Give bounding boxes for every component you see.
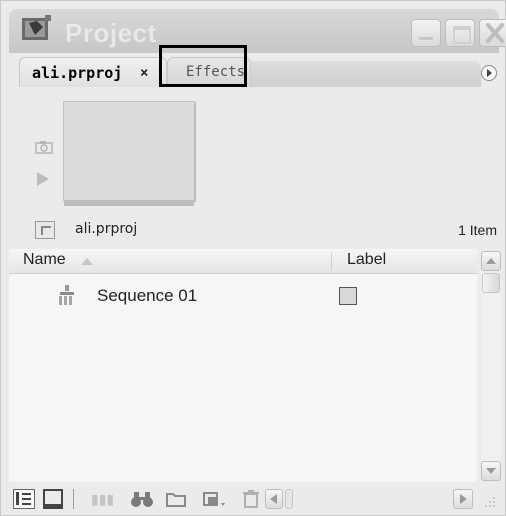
tab-strip-filler xyxy=(251,61,481,87)
title-bar[interactable]: Project xyxy=(9,9,506,53)
horizontal-scroll-thumb[interactable] xyxy=(285,489,293,509)
column-header-name[interactable]: Name xyxy=(23,251,66,269)
panel-menu-button[interactable] xyxy=(481,65,497,81)
automate-to-sequence-icon[interactable]: ▮▮▮ xyxy=(91,489,115,509)
preview-thumbnail xyxy=(63,101,195,206)
tab-project-label: ali.prproj xyxy=(32,64,123,82)
scroll-right-button[interactable] xyxy=(453,489,473,509)
trash-icon[interactable] xyxy=(241,489,261,509)
maximize-button[interactable] xyxy=(445,19,475,47)
column-divider[interactable] xyxy=(331,252,332,270)
resize-grip-icon[interactable] xyxy=(483,495,497,509)
new-item-icon[interactable] xyxy=(201,489,231,509)
item-count: 1 Item xyxy=(458,222,497,238)
project-panel: Project ali.prproj × Effects ali.prproj … xyxy=(0,0,506,516)
list-item[interactable]: Sequence 01 xyxy=(9,280,477,310)
play-icon[interactable] xyxy=(37,172,49,186)
column-header-label[interactable]: Label xyxy=(347,251,386,269)
list-header: Name Label xyxy=(9,249,477,274)
item-name: Sequence 01 xyxy=(97,286,198,305)
flyout-menu-icon xyxy=(487,69,492,77)
scroll-thumb[interactable] xyxy=(482,273,500,293)
minimize-button[interactable] xyxy=(411,19,441,47)
list-view-icon[interactable] xyxy=(13,489,35,509)
maximize-icon xyxy=(453,26,471,44)
annotation-highlight xyxy=(159,45,247,87)
tab-bar: ali.prproj × Effects xyxy=(9,53,499,91)
bottom-toolbar: ▮▮▮ xyxy=(9,485,499,513)
arrow-left-icon xyxy=(270,494,277,504)
icon-view-icon[interactable] xyxy=(43,489,63,509)
arrow-up-icon xyxy=(486,258,496,264)
project-items-list: Sequence 01 xyxy=(9,274,477,482)
scroll-left-button[interactable] xyxy=(265,489,283,509)
scroll-down-button[interactable] xyxy=(481,461,501,481)
project-film-icon xyxy=(22,15,51,40)
label-color-swatch[interactable] xyxy=(339,287,357,305)
parent-folder-icon[interactable] xyxy=(35,221,55,239)
minimize-icon xyxy=(419,37,433,40)
horizontal-scroll-track[interactable] xyxy=(295,495,451,503)
tab-close-icon[interactable]: × xyxy=(140,65,148,81)
sort-ascending-icon xyxy=(81,258,93,265)
current-bin-path: ali.prproj xyxy=(75,221,138,237)
scroll-up-button[interactable] xyxy=(481,251,501,271)
arrow-right-icon xyxy=(460,494,467,504)
folder-icon[interactable] xyxy=(165,489,187,509)
find-binoculars-icon[interactable] xyxy=(129,489,155,509)
camera-icon[interactable] xyxy=(35,140,53,154)
sequence-icon xyxy=(59,285,74,305)
window-title: Project xyxy=(65,18,157,48)
close-button[interactable] xyxy=(479,19,506,47)
toolbar-divider xyxy=(73,489,74,509)
vertical-scrollbar[interactable] xyxy=(481,251,501,481)
tab-project[interactable]: ali.prproj × xyxy=(19,57,167,87)
close-icon xyxy=(486,23,504,43)
arrow-down-icon xyxy=(486,468,496,474)
